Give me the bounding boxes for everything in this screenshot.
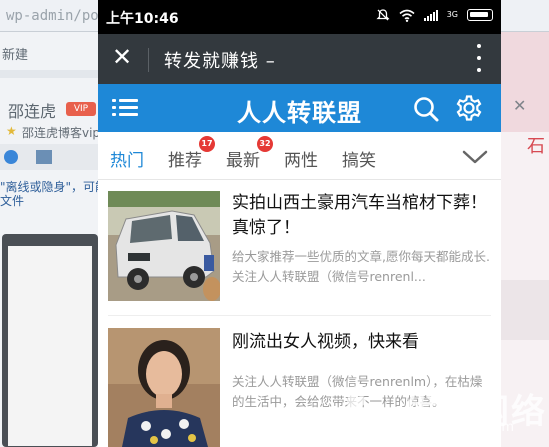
background-url-text: wp-admin/pos [6,8,108,24]
badge-latest: 32 [257,136,273,152]
phone-screen: 上午10:46 3G ✕ 转发就赚钱 – 人人转联盟 热门 推荐 17 最新 3… [98,0,501,447]
tab-hot[interactable]: 热门 [110,146,144,171]
background-new-tab: 新建 [2,48,29,63]
more-options-button[interactable] [477,44,481,72]
article-description: 给大家推荐一些优质的文章,愿你每天都能成长.关注人人转联盟（微信号renrenl… [232,249,490,284]
search-icon[interactable] [412,95,440,123]
app-logo: 人人转联盟 [237,99,362,127]
tab-recommended[interactable]: 推荐 [168,146,202,171]
background-image-icon [36,150,52,164]
background-chat-content [8,246,92,446]
article-thumbnail [108,191,220,301]
background-separator [0,70,100,78]
background-right-text: 石 [527,136,545,157]
chevron-down-icon[interactable] [462,149,488,165]
status-icons: 3G [376,8,493,22]
category-tabs: 热门 推荐 17 最新 32 两性 搞笑 [98,132,501,180]
title-bar: ✕ 转发就赚钱 – [98,34,501,84]
star-icon: ★ [6,124,17,138]
article-title: 实拍山西土豪用汽车当棺材下葬！真惊了！ [232,193,487,238]
wifi-icon [399,9,415,22]
status-bar: 上午10:46 3G [98,0,501,34]
network-type: 3G [446,10,458,19]
background-text-line: 文件 [0,194,25,208]
battery-icon [467,9,493,21]
background-right-band [501,280,549,340]
watermark-bird-icon: ❦ [340,378,374,424]
badge-recommended: 17 [199,136,215,152]
close-icon: ✕ [513,96,527,115]
watermark-url: www.xhkj5.com [412,420,515,435]
app-header: 人人转联盟 [98,84,501,132]
background-right-banner [501,32,549,132]
tab-funny[interactable]: 搞笑 [342,146,376,171]
tab-latest[interactable]: 最新 [226,146,260,171]
car-photo-icon [108,191,220,301]
article-title: 刚流出女人视频，快来看 [232,332,419,352]
gear-icon[interactable] [455,94,483,122]
page-title: 转发就赚钱 – [164,51,276,72]
close-button[interactable]: ✕ [112,45,132,69]
woman-photo-icon [108,328,220,447]
article-item[interactable]: 实拍山西土豪用汽车当棺材下葬！真惊了！ 给大家推荐一些优质的文章,愿你每天都能成… [98,181,501,316]
background-blog-label: 邵连虎博客vip [22,126,101,140]
signal-icon [423,9,438,21]
tab-gender[interactable]: 两性 [284,146,318,171]
article-thumbnail [108,328,220,447]
mute-icon [376,9,390,21]
status-time: 上午10:46 [106,11,179,27]
background-vip-badge: VIP [66,102,96,116]
background-user-name: 邵连虎 [8,102,57,121]
title-divider [148,48,149,72]
background-app-icon [4,150,18,164]
